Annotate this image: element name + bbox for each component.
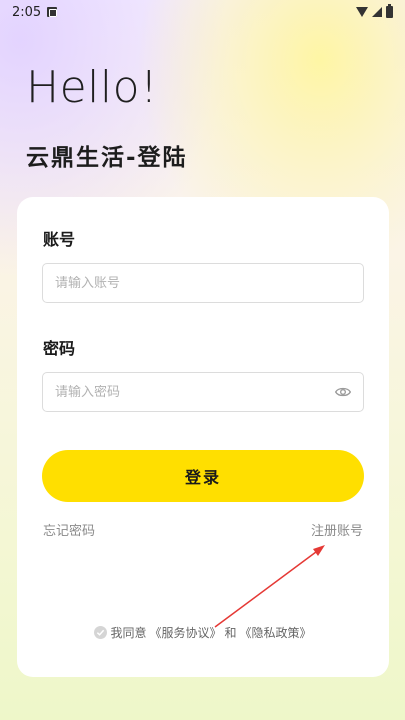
eye-icon[interactable]: [335, 384, 351, 400]
agreement-checkbox-icon[interactable]: [94, 626, 108, 639]
status-time: 2:05: [12, 4, 42, 20]
notification-icon: [47, 7, 58, 17]
account-input[interactable]: [55, 275, 351, 291]
privacy-policy-link[interactable]: 《隐私政策》: [240, 624, 312, 641]
password-label: 密码: [43, 339, 76, 358]
page-subtitle: 云鼎生活-登陆: [26, 145, 188, 171]
battery-icon: [386, 4, 393, 18]
greeting-title: Hello!: [26, 62, 159, 113]
service-agreement-link[interactable]: 《服务协议》: [149, 624, 221, 641]
wifi-icon: [356, 7, 368, 17]
signal-icon: [372, 7, 382, 17]
agreement-prefix: 我同意: [110, 626, 147, 640]
forgot-password-link[interactable]: 忘记密码: [43, 520, 95, 539]
account-field[interactable]: [42, 263, 364, 303]
register-account-link[interactable]: 注册账号: [311, 520, 363, 539]
status-left: 2:05: [12, 4, 58, 20]
password-input[interactable]: [55, 384, 329, 400]
login-card: 账号 密码 登录 忘记密码 注册账号 我同意 《服务协议》 和 《隐私政策》: [17, 197, 389, 677]
status-bar: 2:05: [0, 0, 405, 24]
status-right: [356, 4, 393, 18]
account-label: 账号: [43, 230, 76, 249]
password-field[interactable]: [42, 372, 364, 412]
login-button[interactable]: 登录: [42, 450, 364, 502]
agreement-conj: 和: [224, 626, 237, 640]
agreement-row: 我同意 《服务协议》 和 《隐私政策》: [17, 624, 389, 641]
